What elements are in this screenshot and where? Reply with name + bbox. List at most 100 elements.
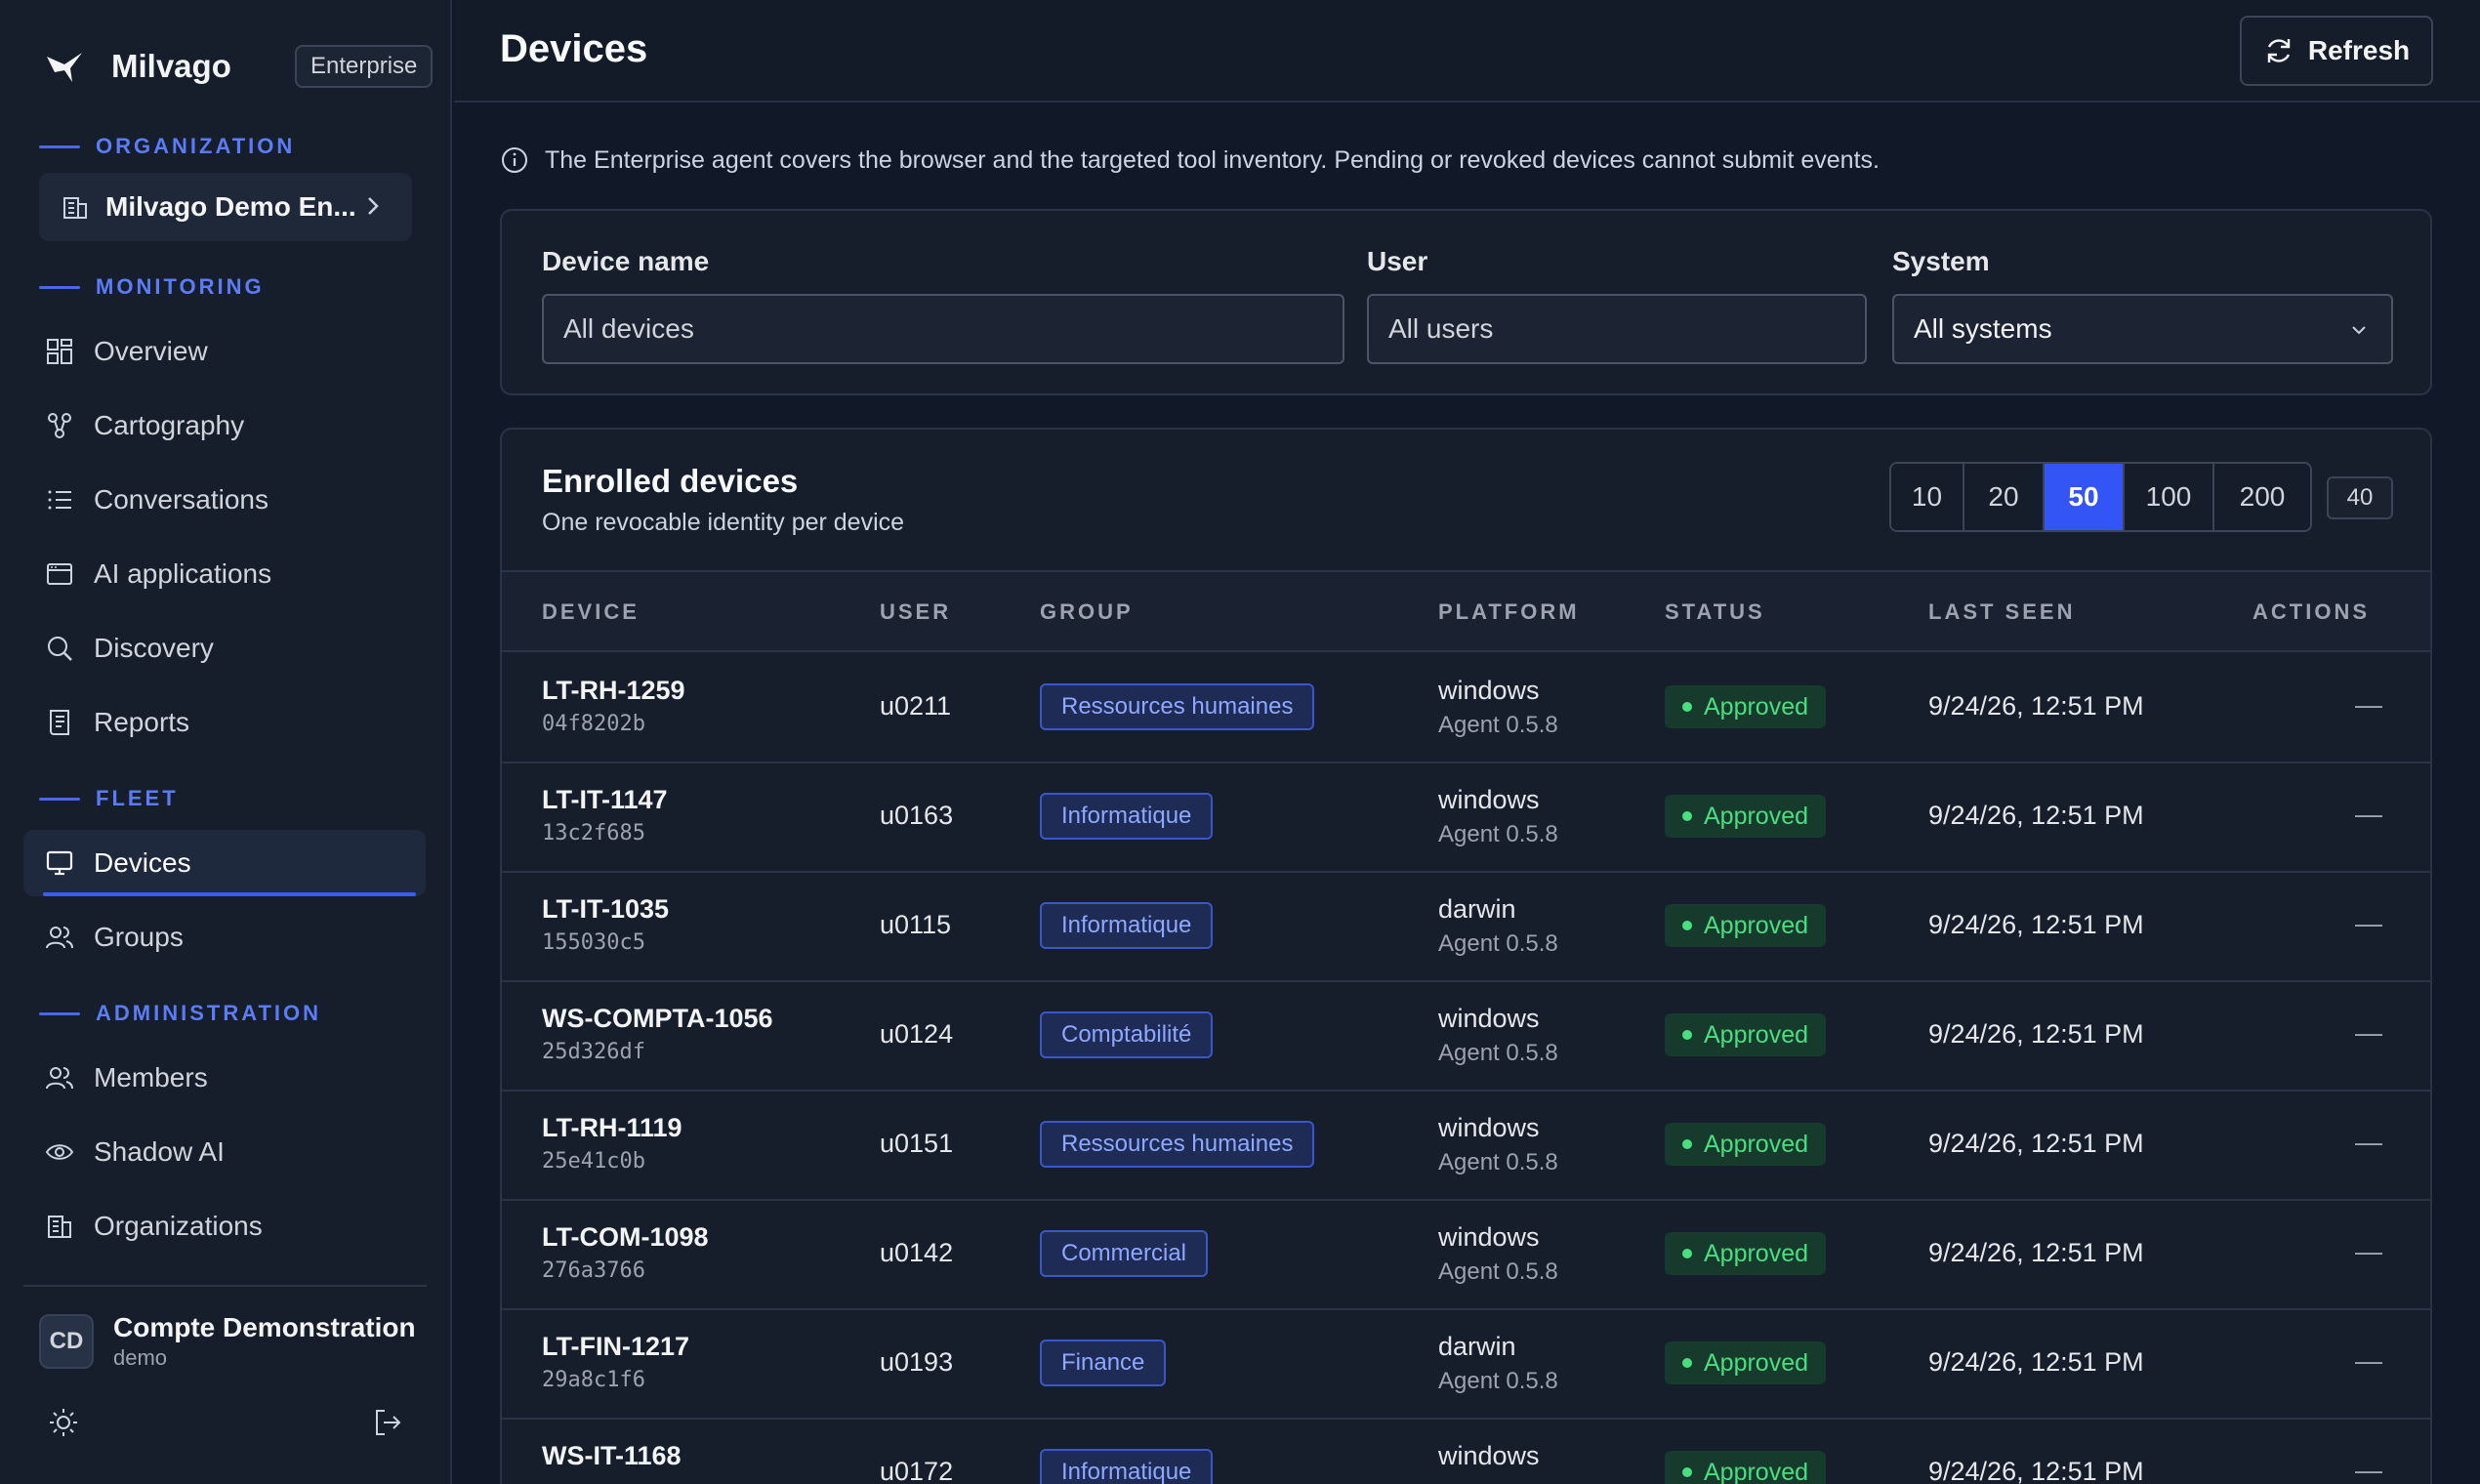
device-id: 25e41c0b [542, 1149, 645, 1174]
page-size-selector: 10 20 50 100 200 [1889, 462, 2312, 532]
col-status[interactable]: STATUS [1665, 599, 1765, 625]
row-actions[interactable]: — [2355, 1345, 2382, 1377]
row-actions[interactable]: — [2355, 908, 2382, 939]
last-seen: 9/24/26, 12:51 PM [1928, 910, 2144, 939]
sun-icon[interactable] [47, 1406, 80, 1439]
org-name: Milvago Demo En... [105, 191, 356, 222]
row-actions[interactable]: — [2355, 689, 2382, 721]
status-dot-icon [1682, 1139, 1692, 1149]
refresh-button[interactable]: Refresh [2240, 16, 2433, 86]
table-row[interactable]: WS-IT-1168 u0172 Informatique windows Approv… [502, 1420, 2430, 1484]
device-user: u0211 [880, 691, 952, 721]
table-subtitle: One revocable identity per device [542, 509, 905, 536]
nav-reports[interactable]: Reports [23, 689, 426, 756]
table-row[interactable]: LT-RH-1259 04f8202b u0211 Ressources humain… [502, 654, 2430, 763]
status-badge: Approved [1665, 685, 1827, 728]
nav-discovery[interactable]: Discovery [23, 615, 426, 681]
group-tag[interactable]: Ressources humaines [1040, 1121, 1315, 1168]
table-header: DEVICE USER GROUP PLATFORM STATUS LAST S… [502, 570, 2430, 652]
col-user[interactable]: USER [880, 599, 951, 625]
nav-organizations[interactable]: Organizations [23, 1193, 426, 1259]
device-name[interactable]: LT-RH-1119 [542, 1113, 682, 1143]
device-id: 13c2f685 [542, 821, 645, 845]
table-row[interactable]: LT-IT-1147 13c2f685 u0163 Informatique windo… [502, 763, 2430, 873]
group-tag[interactable]: Informatique [1040, 902, 1214, 949]
device-name[interactable]: WS-COMPTA-1056 [542, 1004, 773, 1034]
status-dot-icon [1682, 1030, 1692, 1040]
info-text: The Enterprise agent covers the browser … [545, 145, 1880, 174]
col-device[interactable]: DEVICE [542, 599, 640, 625]
device-user: u0193 [880, 1347, 954, 1377]
sidebar-divider [23, 1285, 427, 1287]
search-icon [43, 632, 76, 665]
device-name[interactable]: WS-IT-1168 [542, 1441, 682, 1471]
nav-groups[interactable]: Groups [23, 904, 426, 970]
nav-devices[interactable]: Devices [23, 830, 426, 896]
agent-version: Agent 0.5.8 [1438, 1040, 1558, 1066]
device-name[interactable]: LT-RH-1259 [542, 676, 685, 706]
table-row[interactable]: LT-COM-1098 276a3766 u0142 Commercial window… [502, 1201, 2430, 1310]
page-size-20[interactable]: 20 [1964, 464, 2045, 530]
chevron-down-icon [2352, 326, 2366, 335]
system-select[interactable]: All systems [1892, 294, 2393, 364]
avatar: CD [39, 1314, 94, 1369]
nav-shadow-ai[interactable]: Shadow AI [23, 1119, 426, 1185]
device-user: u0142 [880, 1238, 954, 1267]
info-icon [502, 147, 527, 173]
nav-members[interactable]: Members [23, 1045, 426, 1111]
row-actions[interactable]: — [2355, 1127, 2382, 1158]
status-badge: Approved [1665, 1232, 1827, 1275]
row-actions[interactable]: — [2355, 1236, 2382, 1267]
logout-icon[interactable] [371, 1406, 404, 1439]
device-name[interactable]: LT-IT-1035 [542, 894, 669, 925]
row-actions[interactable]: — [2355, 799, 2382, 830]
page-size-10[interactable]: 10 [1891, 464, 1964, 530]
status-badge: Approved [1665, 1123, 1827, 1166]
col-group[interactable]: GROUP [1040, 599, 1134, 625]
status-dot-icon [1682, 1358, 1692, 1368]
group-tag[interactable]: Informatique [1040, 1449, 1214, 1484]
last-seen: 9/24/26, 12:51 PM [1928, 1019, 2144, 1049]
col-platform[interactable]: PLATFORM [1438, 599, 1580, 625]
table-row[interactable]: LT-IT-1035 155030c5 u0115 Informatique darwi… [502, 873, 2430, 982]
row-actions[interactable]: — [2355, 1455, 2382, 1484]
nav-cartography[interactable]: Cartography [23, 392, 426, 459]
group-tag[interactable]: Ressources humaines [1040, 683, 1315, 730]
device-name[interactable]: LT-COM-1098 [542, 1222, 709, 1253]
device-name[interactable]: LT-FIN-1217 [542, 1332, 689, 1362]
section-organization: ORGANIZATION [39, 132, 295, 161]
members-icon [43, 1061, 76, 1094]
user-name: Compte Demonstration [113, 1312, 416, 1342]
table-row[interactable]: WS-COMPTA-1056 25d326df u0124 Comptabilité w… [502, 982, 2430, 1092]
nav-overview[interactable]: Overview [23, 318, 426, 385]
page-size-50[interactable]: 50 [2045, 464, 2125, 530]
platform-name: windows [1438, 1222, 1540, 1252]
group-tag[interactable]: Commercial [1040, 1230, 1209, 1277]
brand[interactable]: Milvago [43, 43, 231, 90]
status-dot-icon [1682, 811, 1692, 821]
org-selector[interactable]: Milvago Demo En... [39, 173, 412, 241]
status-dot-icon [1682, 1467, 1692, 1477]
user-profile[interactable]: CD Compte Demonstration demo [39, 1310, 416, 1373]
nav-ai-applications[interactable]: AI applications [23, 541, 426, 607]
col-last-seen[interactable]: LAST SEEN [1928, 599, 2075, 625]
agent-version: Agent 0.5.8 [1438, 930, 1558, 957]
section-monitoring: MONITORING [39, 272, 265, 302]
device-name-input[interactable]: All devices [542, 294, 1344, 364]
eye-icon [43, 1135, 76, 1169]
table-row[interactable]: LT-RH-1119 25e41c0b u0151 Ressources humain… [502, 1092, 2430, 1201]
row-actions[interactable]: — [2355, 1017, 2382, 1049]
user-input[interactable]: All users [1367, 294, 1867, 364]
edition-badge: Enterprise [295, 45, 434, 88]
page-size-200[interactable]: 200 [2214, 464, 2310, 530]
nav-conversations[interactable]: Conversations [23, 467, 426, 533]
page-size-100[interactable]: 100 [2125, 464, 2214, 530]
group-tag[interactable]: Finance [1040, 1340, 1167, 1386]
group-tag[interactable]: Comptabilité [1040, 1011, 1214, 1058]
device-user: u0172 [880, 1457, 954, 1484]
table-row[interactable]: LT-FIN-1217 29a8c1f6 u0193 Finance darwin Age… [502, 1310, 2430, 1420]
filters-panel: Device name All devices User All users S… [500, 209, 2432, 395]
last-seen: 9/24/26, 12:51 PM [1928, 1457, 2144, 1484]
group-tag[interactable]: Informatique [1040, 793, 1214, 840]
device-name[interactable]: LT-IT-1147 [542, 785, 668, 815]
